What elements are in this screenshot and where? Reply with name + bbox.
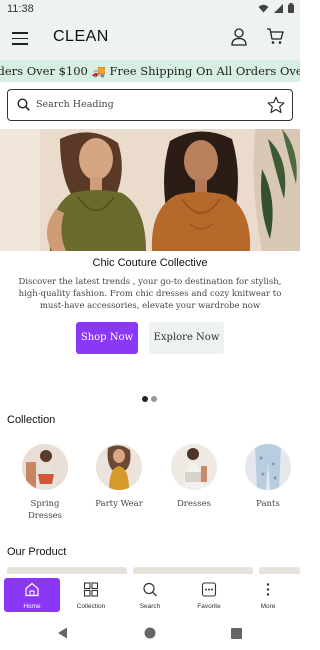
home-icon <box>25 582 39 597</box>
wifi-icon <box>258 4 269 12</box>
battery-icon <box>288 3 294 13</box>
user-icon[interactable] <box>231 28 247 46</box>
favorite-icon <box>201 582 217 597</box>
recents-icon[interactable] <box>231 628 242 639</box>
back-icon[interactable] <box>57 627 68 639</box>
cart-icon[interactable] <box>266 27 284 45</box>
search-icon <box>143 582 157 597</box>
more-vertical-icon <box>266 583 270 596</box>
status-time: 11:38 <box>7 3 34 15</box>
search-placeholder: Search Heading <box>36 99 114 110</box>
collection-item-label: Spring Dresses <box>27 499 63 521</box>
status-icons <box>258 3 294 13</box>
nav-more[interactable]: More <box>240 578 296 612</box>
home-circle-icon[interactable] <box>144 627 156 639</box>
nav-more-label: More <box>260 603 276 610</box>
hero-description: Discover the latest trends , your go-to … <box>18 277 282 311</box>
carousel-dot-active[interactable] <box>142 396 148 402</box>
app-header: CLEAN <box>0 18 300 60</box>
star-icon[interactable] <box>267 96 285 114</box>
nav-favorite[interactable]: Favorite <box>181 578 237 612</box>
brand-logo: CLEAN <box>53 28 109 45</box>
collection-item-spring-dresses[interactable]: Spring Dresses <box>17 444 73 522</box>
collection-item-party-wear[interactable]: Party Wear <box>91 444 147 510</box>
bottom-navigation: Home Collection Search Favorite More <box>0 574 300 614</box>
grid-icon <box>83 582 99 597</box>
hero-title: Chic Couture Collective <box>92 257 208 269</box>
nav-search-label: Search <box>139 603 161 610</box>
system-navigation-bar <box>0 618 300 650</box>
collection-item-label: Party Wear <box>95 499 143 509</box>
explore-now-button[interactable]: Explore Now <box>149 322 224 354</box>
carousel-indicator <box>142 396 157 402</box>
collection-item-pants[interactable]: Pants <box>240 444 296 510</box>
collection-item-label: Pants <box>256 499 280 509</box>
carousel-dot[interactable] <box>151 396 157 402</box>
hero-banner-image[interactable] <box>0 129 300 251</box>
status-bar: 11:38 <box>0 0 300 18</box>
nav-collection[interactable]: Collection <box>63 578 119 612</box>
nav-home[interactable]: Home <box>4 578 60 612</box>
search-input[interactable]: Search Heading <box>7 89 293 121</box>
collection-image <box>245 444 291 490</box>
collection-section-title: Collection <box>7 414 56 426</box>
menu-icon[interactable] <box>12 32 28 45</box>
nav-search[interactable]: Search <box>122 578 178 612</box>
collection-image <box>171 444 217 490</box>
collection-item-label: Dresses <box>176 499 212 509</box>
search-icon <box>17 98 30 111</box>
signal-icon <box>274 3 283 13</box>
collection-image <box>22 444 68 490</box>
announcement-ticker: rders Over $100 🚚 Free Shipping On All O… <box>0 60 300 82</box>
collection-image <box>96 444 142 490</box>
nav-favorite-label: Favorite <box>197 603 221 610</box>
collection-item-dresses[interactable]: Dresses <box>166 444 222 510</box>
products-section-title: Our Product <box>7 546 67 558</box>
nav-collection-label: Collection <box>76 603 106 610</box>
nav-home-label: Home <box>23 603 41 610</box>
ticker-text: rders Over $100 🚚 Free Shipping On All O… <box>0 64 300 78</box>
shop-now-button[interactable]: Shop Now <box>76 322 138 354</box>
